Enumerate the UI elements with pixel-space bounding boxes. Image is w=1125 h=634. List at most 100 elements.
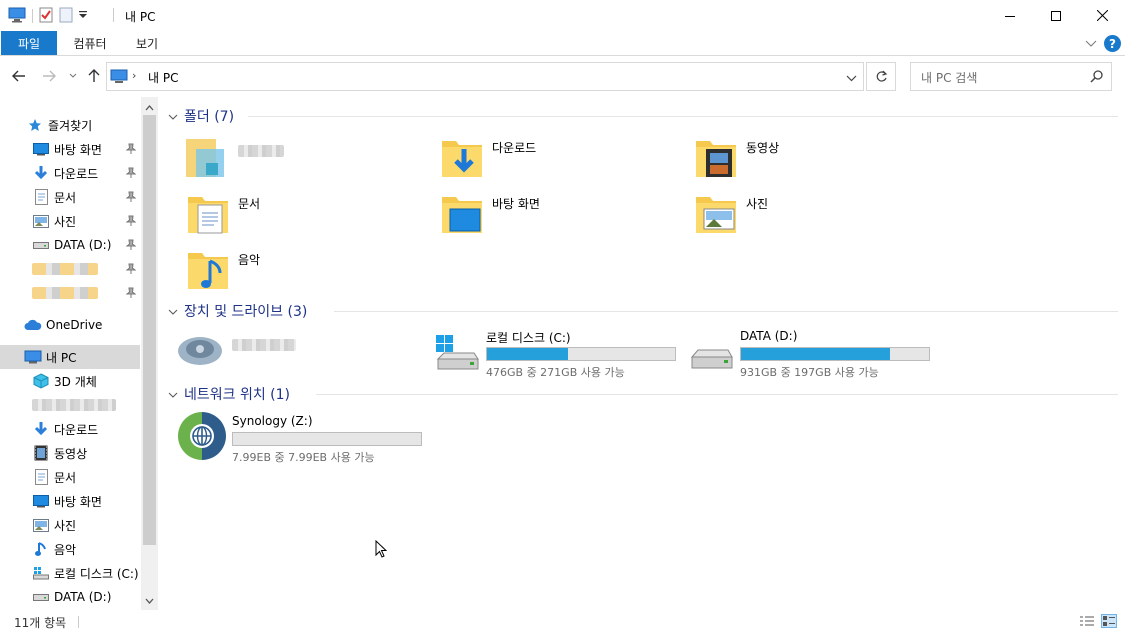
pin-icon[interactable] [125, 191, 137, 206]
tab-view[interactable]: 보기 [122, 31, 172, 55]
sidebar-item-3d-objects[interactable]: 3D 개체 [0, 369, 140, 393]
scroll-up-icon[interactable] [145, 100, 154, 114]
picture-folder-icon [692, 191, 742, 237]
folder-tile-redacted[interactable] [184, 135, 284, 185]
sidebar-item-quick-access[interactable]: 즐겨찾기 [0, 113, 140, 137]
arrow-up-icon [88, 69, 100, 82]
sidebar-item-pictures[interactable]: 사진 [0, 513, 140, 537]
folder-label: 바탕 화면 [492, 197, 540, 211]
ribbon: 파일 컴퓨터 보기 ? [0, 31, 1125, 56]
drive-usage-fill [487, 348, 568, 360]
sidebar-item-redacted[interactable] [0, 393, 140, 417]
customize-dropdown-icon[interactable] [79, 9, 87, 23]
redacted-content [232, 339, 296, 351]
scroll-down-icon[interactable] [145, 593, 154, 607]
drive-free-space: 476GB 중 271GB 사용 가능 [486, 366, 625, 379]
tab-file[interactable]: 파일 [1, 31, 57, 55]
folder-label: 동영상 [746, 141, 780, 155]
properties-icon[interactable] [39, 7, 53, 26]
sidebar-item-redacted[interactable] [0, 281, 140, 305]
maximize-icon [1051, 10, 1061, 21]
drive-name: DATA (D:) [740, 329, 798, 343]
sidebar-item-documents[interactable]: 문서 [0, 185, 140, 209]
group-header-network[interactable]: 네트워크 위치 (1) [168, 384, 1118, 404]
3d-objects-icon [32, 372, 50, 390]
tab-computer[interactable]: 컴퓨터 [62, 31, 118, 55]
pin-icon[interactable] [125, 167, 137, 182]
recent-locations-button[interactable] [64, 67, 82, 85]
sidebar-item-label: 동영상 [54, 446, 88, 461]
sidebar-item-desktop[interactable]: 바탕 화면 [0, 489, 140, 513]
drive-icon [32, 236, 50, 254]
content-area: 폴더 (7) 다운로드 동영상 문서 바탕 화면 사진 음악 장치 및 드라이브… [160, 97, 1125, 610]
pin-icon[interactable] [125, 239, 137, 254]
expand-ribbon-icon[interactable] [1085, 37, 1097, 51]
address-bar[interactable]: › 내 PC [106, 62, 864, 91]
scrollbar-thumb[interactable] [143, 115, 156, 545]
close-button[interactable] [1079, 0, 1125, 31]
drive-usage-fill [741, 348, 890, 360]
sidebar-item-data-drive[interactable]: DATA (D:) [0, 585, 140, 609]
drive-name: 로컬 디스크 (C:) [486, 331, 571, 345]
drive-icon [32, 588, 50, 606]
sidebar-item-desktop[interactable]: 바탕 화면 [0, 137, 140, 161]
folder-tile-documents[interactable]: 문서 [184, 191, 260, 241]
details-view-button[interactable] [1079, 614, 1095, 628]
sidebar-item-data-drive[interactable]: DATA (D:) [0, 233, 140, 257]
folder-tile-pictures[interactable]: 사진 [692, 191, 768, 241]
sidebar-item-label: 문서 [54, 470, 77, 485]
sidebar-item-onedrive[interactable]: OneDrive [0, 313, 140, 337]
download-icon [32, 420, 50, 438]
forward-button[interactable] [40, 67, 58, 85]
search-box[interactable]: 내 PC 검색 [910, 62, 1112, 91]
address-history-dropdown[interactable] [846, 71, 857, 85]
drive-tile-local-disk-c[interactable]: 로컬 디스크 (C:) 476GB 중 271GB 사용 가능 [434, 329, 684, 379]
drive-usage-bar [232, 432, 422, 446]
pc-icon[interactable] [8, 7, 26, 26]
folder-tile-downloads[interactable]: 다운로드 [438, 135, 536, 185]
folder-tile-desktop[interactable]: 바탕 화면 [438, 191, 540, 241]
folder-tile-music[interactable]: 음악 [184, 247, 260, 297]
sidebar-item-this-pc[interactable]: 내 PC [0, 345, 140, 369]
pin-icon[interactable] [125, 287, 137, 302]
drive-usage-bar [740, 347, 930, 361]
folder-tile-videos[interactable]: 동영상 [692, 135, 779, 185]
group-divider [316, 394, 1118, 395]
network-drive-icon [178, 412, 226, 460]
sidebar-item-downloads[interactable]: 다운로드 [0, 161, 140, 185]
sidebar-item-videos[interactable]: 동영상 [0, 441, 140, 465]
redacted-content [32, 399, 116, 411]
sidebar-scrollbar[interactable] [141, 97, 158, 610]
sidebar-item-documents[interactable]: 문서 [0, 465, 140, 489]
pin-icon[interactable] [125, 143, 137, 158]
drive-icon [688, 333, 736, 373]
minimize-button[interactable] [987, 0, 1033, 31]
breadcrumb-this-pc[interactable]: 내 PC [148, 69, 178, 86]
desktop-icon [32, 140, 50, 158]
drive-tile-data-d[interactable]: DATA (D:) 931GB 중 197GB 사용 가능 [688, 329, 938, 379]
sidebar-item-pictures[interactable]: 사진 [0, 209, 140, 233]
sidebar-item-local-disk-c[interactable]: 로컬 디스크 (C:) [0, 561, 140, 585]
sidebar-item-label: 로컬 디스크 (C:) [54, 566, 139, 581]
tiles-view-button[interactable] [1101, 614, 1117, 628]
pin-icon[interactable] [125, 263, 137, 278]
group-header-devices[interactable]: 장치 및 드라이브 (3) [168, 301, 1118, 321]
group-header-folders[interactable]: 폴더 (7) [168, 106, 1118, 126]
drive-free-space: 7.99EB 중 7.99EB 사용 가능 [232, 451, 375, 464]
sidebar-item-downloads[interactable]: 다운로드 [0, 417, 140, 441]
drive-tile-redacted[interactable] [176, 325, 426, 373]
sidebar-item-redacted[interactable] [0, 257, 140, 281]
pin-icon[interactable] [125, 215, 137, 230]
network-tile-synology[interactable]: Synology (Z:) 7.99EB 중 7.99EB 사용 가능 [178, 412, 428, 464]
back-button[interactable] [10, 67, 28, 85]
refresh-button[interactable] [866, 62, 896, 91]
up-button[interactable] [85, 67, 103, 85]
help-icon[interactable]: ? [1104, 35, 1121, 52]
breadcrumb-separator-icon[interactable]: › [132, 69, 136, 82]
maximize-button[interactable] [1033, 0, 1079, 31]
sidebar-item-music[interactable]: 음악 [0, 537, 140, 561]
star-icon [26, 116, 44, 134]
search-icon[interactable] [1090, 70, 1103, 86]
new-folder-icon[interactable] [59, 7, 73, 26]
folder-label: 다운로드 [492, 141, 537, 155]
